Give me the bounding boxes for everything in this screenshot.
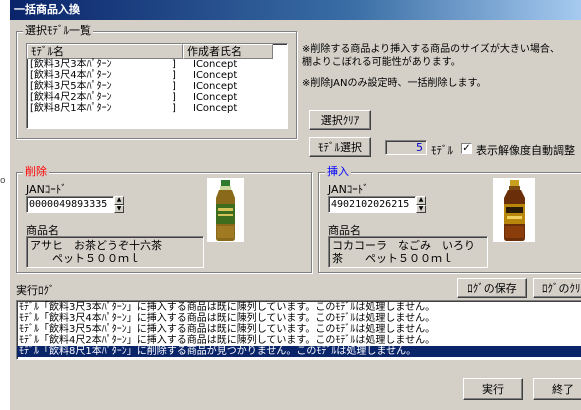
insert-jan-label: JANｺｰﾄﾞ xyxy=(328,183,369,196)
insert-product-name-box: コカコーラ なごみ いろり 茶 ペット５００ｍｌ xyxy=(328,236,488,268)
note-line-1: ※削除する商品より挿入する商品のサイズが大きい場合、 xyxy=(302,44,560,55)
insert-jan-value: 4902102026215 xyxy=(331,199,410,210)
model-name: [飲料3尺4本ﾊﾟﾀｰﾝ xyxy=(30,70,112,81)
note-size-warning: ※削除する商品より挿入する商品のサイズが大きい場合、 棚よりこぼれる可能性があり… xyxy=(302,43,581,69)
note-line-2: 棚よりこぼれる可能性があります。 xyxy=(302,57,461,68)
insert-product-line-2: 茶 ペット５００ｍｌ xyxy=(332,252,453,265)
column-header-model-name[interactable]: ﾓﾃﾞﾙ名 xyxy=(27,44,183,59)
save-log-button[interactable]: ﾛｸﾞの保存 xyxy=(457,278,527,298)
model-author: IConcept xyxy=(193,81,238,92)
model-author: IConcept xyxy=(193,92,238,103)
model-count-field: 5 xyxy=(385,140,427,155)
model-list[interactable]: ﾓﾃﾞﾙ名 作成者氏名 [飲料3尺3本ﾊﾟﾀｰﾝ ] IConcept [飲料3… xyxy=(26,43,288,129)
delete-jan-value: 0000049893335 xyxy=(29,199,108,210)
list-item[interactable]: [飲料3尺4本ﾊﾟﾀｰﾝ ] IConcept xyxy=(30,70,285,81)
model-author: IConcept xyxy=(193,70,238,81)
spin-up-icon[interactable]: ▲ xyxy=(416,196,426,205)
model-list-group-title: 選択ﾓﾃﾞﾙ一覧 xyxy=(23,24,93,37)
bottle-icon xyxy=(504,180,525,241)
log-line: ﾓﾃﾞﾙ「飲料3尺3本ﾊﾟﾀｰﾝ」に挿入する商品は既に陳列しています。このﾓﾃﾞ… xyxy=(19,302,436,313)
bottle-icon xyxy=(216,180,235,241)
insert-jan-spinner[interactable]: ▲ ▼ xyxy=(416,196,426,213)
delete-product-line-2: ペット５００ｍｌ xyxy=(30,252,140,265)
delete-product-image xyxy=(207,178,244,242)
model-name: [飲料3尺3本ﾊﾟﾀｰﾝ xyxy=(30,59,112,70)
log-line: ﾓﾃﾞﾙ「飲料3尺4本ﾊﾟﾀｰﾝ」に挿入する商品は既に陳列しています。このﾓﾃﾞ… xyxy=(19,313,436,324)
insert-product-line-1: コカコーラ なごみ いろり xyxy=(332,239,475,252)
model-bracket: ] xyxy=(172,103,176,114)
delete-product-name-box: アサヒ お茶どうぞ十六茶 ペット５００ｍｌ xyxy=(26,236,204,268)
model-author: IConcept xyxy=(193,103,238,114)
title-bar: 一括商品入換 xyxy=(10,0,581,20)
list-item[interactable]: [飲料3尺5本ﾊﾟﾀｰﾝ ] IConcept xyxy=(30,81,285,92)
insert-product-image xyxy=(493,178,535,242)
list-item[interactable]: [飲料3尺3本ﾊﾟﾀｰﾝ ] IConcept xyxy=(30,59,285,70)
model-count: 5 xyxy=(416,141,423,154)
app-window: 一括商品入換 選択ﾓﾃﾞﾙ一覧 ﾓﾃﾞﾙ名 作成者氏名 [飲料3尺3本ﾊﾟﾀｰﾝ… xyxy=(10,0,581,410)
spin-up-icon[interactable]: ▲ xyxy=(114,196,124,205)
delete-product-line-1: アサヒ お茶どうぞ十六茶 xyxy=(30,239,162,252)
model-name: [飲料8尺1本ﾊﾟﾀｰﾝ xyxy=(30,103,112,114)
run-button[interactable]: 実行 xyxy=(463,378,523,400)
model-bracket: ] xyxy=(172,70,176,81)
auto-adjust-label: 表示解像度自動調整 xyxy=(476,144,575,157)
log-line-selected: ﾓﾃﾞﾙ「飲料8尺1本ﾊﾟﾀｰﾝ」に削除する商品が見つかりません。このﾓﾃﾞﾙは… xyxy=(17,346,581,357)
insert-group-title: 挿入 xyxy=(325,165,351,178)
model-select-button[interactable]: ﾓﾃﾞﾙ選択 xyxy=(309,137,371,157)
check-mark-icon: ✓ xyxy=(462,143,471,154)
clear-selection-button[interactable]: 選択ｸﾘｱ xyxy=(309,110,371,130)
model-bracket: ] xyxy=(172,81,176,92)
model-bracket: ] xyxy=(172,59,176,70)
insert-jan-input[interactable]: 4902102026215 xyxy=(328,196,416,213)
auto-adjust-checkbox[interactable]: ✓ xyxy=(461,143,472,154)
model-bracket: ] xyxy=(172,92,176,103)
clear-log-button[interactable]: ﾛｸﾞのｸﾘｱ xyxy=(533,278,581,298)
log-line: ﾓﾃﾞﾙ「飲料4尺2本ﾊﾟﾀｰﾝ」に挿入する商品は既に陳列しています。このﾓﾃﾞ… xyxy=(19,335,436,346)
model-rows: [飲料3尺3本ﾊﾟﾀｰﾝ ] IConcept [飲料3尺4本ﾊﾟﾀｰﾝ ] I… xyxy=(30,59,285,114)
delete-group-title: 削除 xyxy=(23,165,49,178)
log-line: ﾓﾃﾞﾙ「飲料3尺5本ﾊﾟﾀｰﾝ」に挿入する商品は既に陳列しています。このﾓﾃﾞ… xyxy=(19,324,436,335)
model-author: IConcept xyxy=(193,59,238,70)
list-item[interactable]: [飲料8尺1本ﾊﾟﾀｰﾝ ] IConcept xyxy=(30,103,285,114)
model-unit-label: ﾓﾃﾞﾙ xyxy=(431,144,453,157)
log-box[interactable]: ﾓﾃﾞﾙ「飲料3尺3本ﾊﾟﾀｰﾝ」に挿入する商品は既に陳列しています。このﾓﾃﾞ… xyxy=(16,300,581,360)
model-name: [飲料3尺5本ﾊﾟﾀｰﾝ xyxy=(30,81,112,92)
spin-down-icon[interactable]: ▼ xyxy=(114,204,124,213)
log-title: 実行ﾛｸﾞ xyxy=(16,284,55,297)
delete-jan-input[interactable]: 0000049893335 xyxy=(26,196,114,213)
column-header-author[interactable]: 作成者氏名 xyxy=(183,44,273,59)
exit-button[interactable]: 終了 xyxy=(533,378,581,400)
spin-down-icon[interactable]: ▼ xyxy=(416,204,426,213)
note-jan-only: ※削除JANのみ設定時、一括削除します。 xyxy=(302,78,487,89)
list-item[interactable]: [飲料4尺2本ﾊﾟﾀｰﾝ ] IConcept xyxy=(30,92,285,103)
window-title: 一括商品入換 xyxy=(14,3,80,16)
delete-jan-spinner[interactable]: ▲ ▼ xyxy=(114,196,124,213)
outer-marker: o xyxy=(0,176,6,186)
model-name: [飲料4尺2本ﾊﾟﾀｰﾝ xyxy=(30,92,112,103)
delete-jan-label: JANｺｰﾄﾞ xyxy=(26,183,67,196)
